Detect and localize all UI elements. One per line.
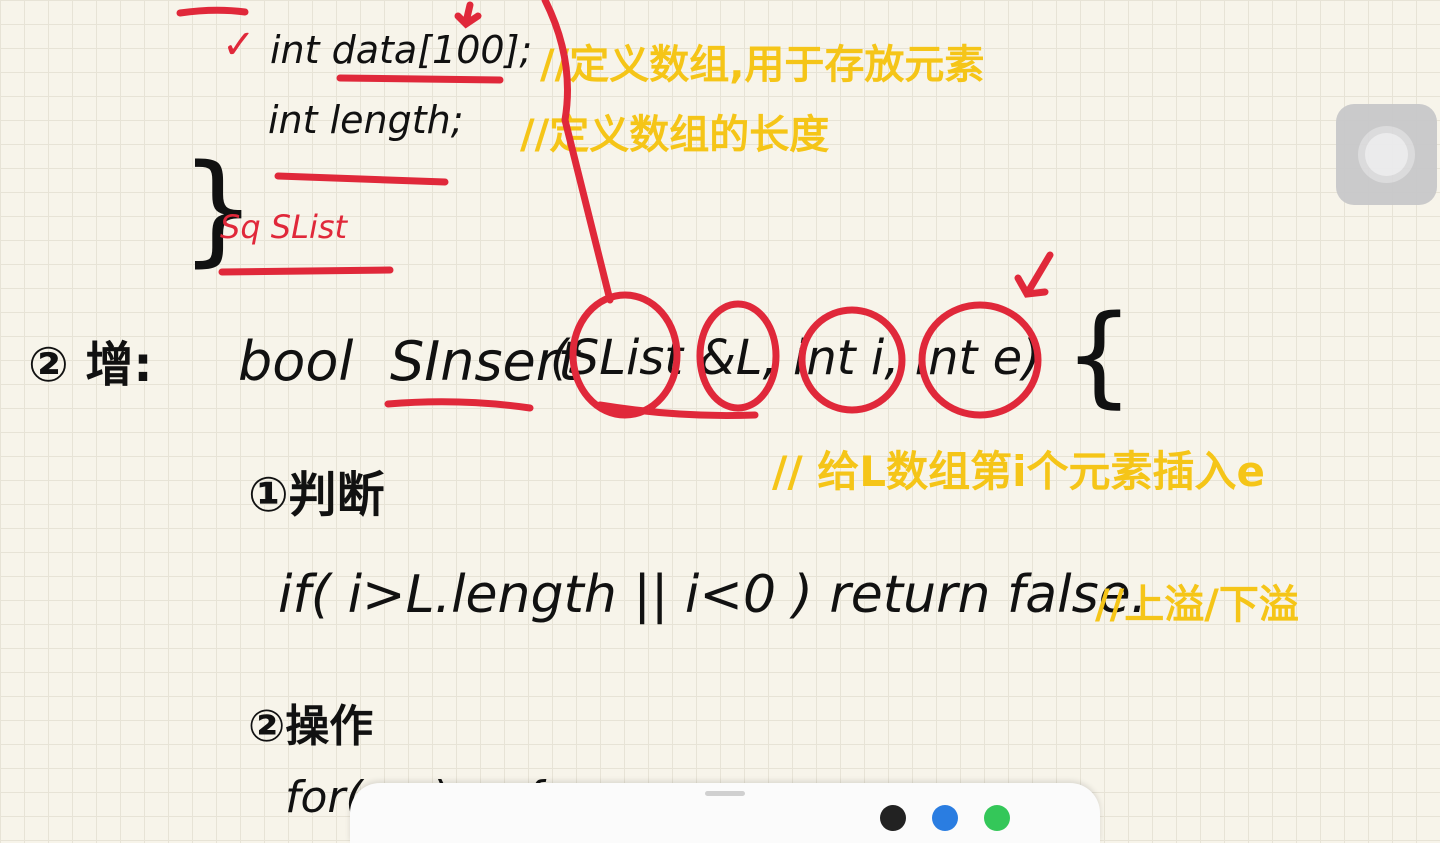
underline-sqslist (218, 266, 394, 276)
circle-slist (569, 291, 681, 419)
circle-int-e (918, 301, 1042, 419)
bottom-sheet[interactable] (350, 783, 1100, 843)
red-annotation-layer (176, 0, 1054, 420)
underline-top (176, 6, 249, 17)
connector-line (541, 0, 614, 304)
underline-data (336, 74, 504, 84)
arrow-e (1014, 251, 1054, 298)
sheet-grabber[interactable] (705, 791, 745, 796)
circle-ref-l (696, 300, 780, 412)
color-blue-icon[interactable] (932, 805, 958, 831)
color-green-icon[interactable] (984, 805, 1010, 831)
circle-int-i (798, 306, 906, 414)
assistive-touch-center (1365, 133, 1408, 176)
underline-length (274, 172, 449, 186)
underline-sinsert (384, 398, 534, 412)
arrow-100 (454, 1, 482, 29)
assistive-touch-icon[interactable] (1336, 104, 1437, 205)
color-black-icon[interactable] (880, 805, 906, 831)
